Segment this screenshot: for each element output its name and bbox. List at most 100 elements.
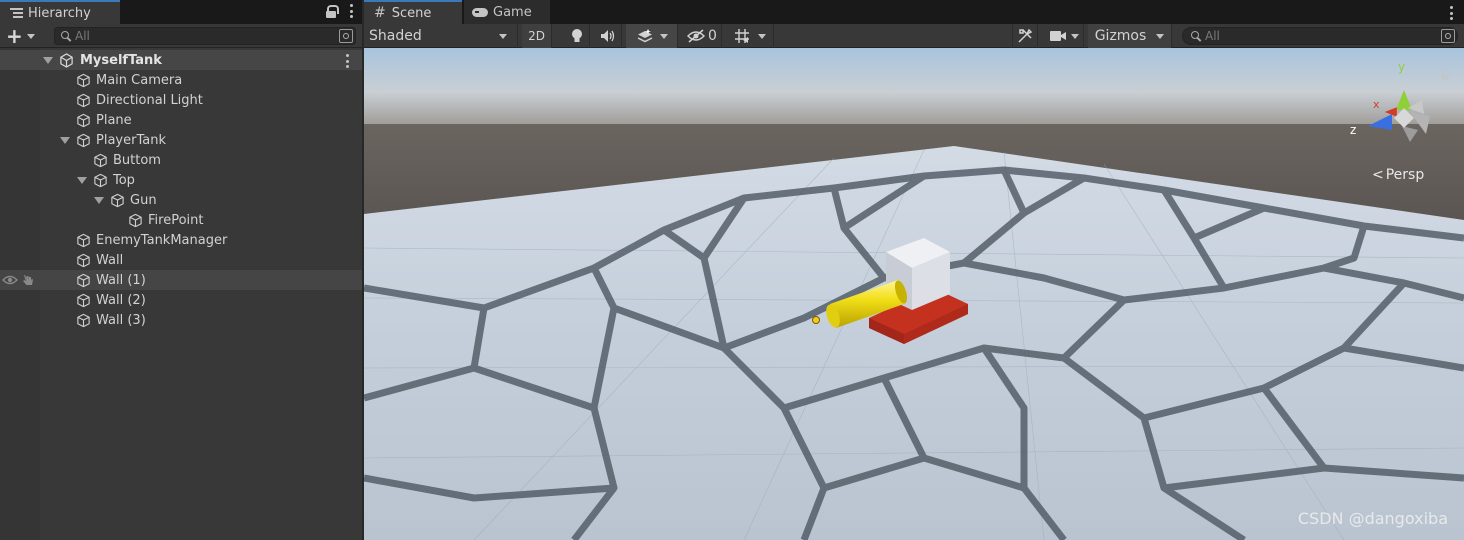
firepoint-gizmo[interactable] bbox=[812, 316, 820, 324]
hierarchy-search-input[interactable] bbox=[75, 29, 275, 43]
gameobject-cube-icon bbox=[77, 73, 90, 87]
tab-game-label: Game bbox=[493, 4, 532, 20]
chevron-down-icon bbox=[659, 33, 668, 39]
hierarchy-item[interactable]: Buttom bbox=[0, 150, 362, 170]
scene-search-input[interactable] bbox=[1205, 29, 1405, 43]
hierarchy-tab-bar: Hierarchy bbox=[0, 0, 362, 24]
hierarchy-item[interactable]: Wall bbox=[0, 250, 362, 270]
hash-icon: # bbox=[374, 5, 386, 21]
unity-scene-icon bbox=[60, 52, 73, 68]
scene-name: MyselfTank bbox=[80, 52, 162, 68]
hierarchy-item-label: Gun bbox=[130, 192, 157, 208]
pick-hand-icon[interactable] bbox=[21, 273, 35, 287]
more-options-icon[interactable] bbox=[1450, 6, 1454, 20]
chevron-down-icon bbox=[26, 33, 35, 39]
hierarchy-item-label: EnemyTankManager bbox=[96, 232, 228, 248]
scene-viewport[interactable]: y x z < Persp CSDN @dangoxiba bbox=[364, 48, 1464, 540]
scene-options-icon[interactable] bbox=[346, 54, 350, 68]
hierarchy-item-label: Wall (3) bbox=[96, 312, 146, 328]
gameobject-cube-icon bbox=[77, 253, 90, 267]
hierarchy-search bbox=[54, 27, 356, 45]
hierarchy-item[interactable]: Gun bbox=[0, 190, 362, 210]
shading-mode-dropdown[interactable]: Shaded bbox=[364, 24, 518, 48]
hierarchy-item[interactable]: PlayerTank bbox=[0, 130, 362, 150]
camera-settings-button[interactable] bbox=[1044, 24, 1084, 48]
scene-root-row[interactable]: MyselfTank bbox=[0, 50, 362, 70]
hierarchy-item[interactable]: FirePoint bbox=[0, 210, 362, 230]
hierarchy-item[interactable]: Wall (1) bbox=[0, 270, 362, 290]
tools-button[interactable] bbox=[1012, 24, 1038, 48]
lock-icon[interactable] bbox=[1441, 69, 1452, 80]
gameobject-cube-icon bbox=[94, 153, 107, 167]
eye-visibility-icon[interactable] bbox=[2, 274, 18, 286]
hierarchy-item[interactable]: Plane bbox=[0, 110, 362, 130]
search-mode-icon[interactable] bbox=[339, 29, 353, 43]
gameobject-cube-icon bbox=[111, 193, 124, 207]
hierarchy-tree: MyselfTank Main Camera Directional Light… bbox=[0, 50, 362, 330]
hierarchy-item[interactable]: Wall (3) bbox=[0, 310, 362, 330]
layers-effects-icon bbox=[637, 29, 652, 43]
chevron-down-icon bbox=[499, 33, 507, 39]
watermark: CSDN @dangoxiba bbox=[1297, 509, 1448, 528]
hierarchy-item-label: Wall bbox=[96, 252, 124, 268]
projection-chevron-icon: < bbox=[1372, 167, 1384, 183]
hierarchy-item-label: PlayerTank bbox=[96, 132, 166, 148]
tools-icon bbox=[1018, 28, 1033, 43]
tab-game[interactable]: Game bbox=[464, 0, 550, 24]
sky bbox=[364, 48, 1464, 128]
lock-icon[interactable] bbox=[326, 5, 339, 18]
axis-y-label: y bbox=[1398, 60, 1405, 74]
search-mode-icon[interactable] bbox=[1441, 29, 1455, 43]
hierarchy-list-icon bbox=[10, 8, 23, 18]
more-options-icon[interactable] bbox=[350, 4, 354, 18]
hierarchy-item-label: Top bbox=[113, 172, 135, 188]
tab-hierarchy[interactable]: Hierarchy bbox=[0, 0, 120, 24]
tab-scene[interactable]: # Scene bbox=[364, 0, 462, 24]
hierarchy-item-label: Directional Light bbox=[96, 92, 203, 108]
projection-label: Persp bbox=[1385, 167, 1425, 183]
gizmos-label: Gizmos bbox=[1094, 28, 1147, 44]
expand-arrow-icon[interactable] bbox=[43, 56, 53, 64]
gameobject-cube-icon bbox=[77, 133, 90, 147]
gameobject-cube-icon bbox=[94, 173, 107, 187]
hierarchy-item[interactable]: Main Camera bbox=[0, 70, 362, 90]
video-camera-icon bbox=[1049, 31, 1066, 41]
hierarchy-item-label: Main Camera bbox=[96, 72, 183, 88]
audio-toggle-button[interactable] bbox=[594, 24, 622, 48]
expand-arrow-icon[interactable] bbox=[77, 176, 87, 184]
scene-tab-bar: # Scene Game bbox=[364, 0, 1464, 24]
expand-arrow-icon[interactable] bbox=[94, 196, 104, 204]
hierarchy-item[interactable]: Top bbox=[0, 170, 362, 190]
lighting-toggle-button[interactable] bbox=[564, 24, 590, 48]
hidden-objects-toggle[interactable]: 0 bbox=[682, 24, 722, 48]
effects-dropdown-button[interactable] bbox=[626, 24, 678, 48]
projection-toggle[interactable]: < Persp bbox=[1372, 167, 1424, 183]
floor-plane bbox=[364, 146, 1464, 540]
eye-slash-icon bbox=[687, 29, 706, 43]
speaker-icon bbox=[600, 30, 614, 42]
search-icon bbox=[1191, 31, 1201, 41]
grid-toggle-dropdown[interactable] bbox=[726, 24, 774, 48]
hierarchy-item[interactable]: EnemyTankManager bbox=[0, 230, 362, 250]
tab-scene-label: Scene bbox=[391, 5, 432, 21]
gameobject-cube-icon bbox=[77, 233, 90, 247]
hierarchy-item-label: Wall (2) bbox=[96, 292, 146, 308]
chevron-down-icon bbox=[1070, 33, 1079, 39]
lightbulb-icon bbox=[571, 29, 582, 42]
2d-toggle-button[interactable]: 2D bbox=[522, 24, 552, 48]
hierarchy-item[interactable]: Wall (2) bbox=[0, 290, 362, 310]
hierarchy-item-label: Wall (1) bbox=[96, 272, 146, 288]
plus-icon: + bbox=[6, 24, 23, 48]
hierarchy-panel: Hierarchy + MyselfTank bbox=[0, 0, 362, 540]
chevron-down-icon bbox=[757, 33, 766, 39]
hidden-count: 0 bbox=[708, 28, 717, 44]
gameobject-cube-icon bbox=[77, 313, 90, 327]
gameobject-cube-icon bbox=[77, 293, 90, 307]
axis-x-label: x bbox=[1373, 98, 1380, 111]
expand-arrow-icon[interactable] bbox=[60, 136, 70, 144]
create-button[interactable]: + bbox=[6, 26, 40, 46]
gizmos-dropdown[interactable]: Gizmos bbox=[1088, 24, 1172, 48]
2d-toggle-label: 2D bbox=[528, 29, 545, 43]
search-icon bbox=[61, 31, 71, 41]
hierarchy-item[interactable]: Directional Light bbox=[0, 90, 362, 110]
